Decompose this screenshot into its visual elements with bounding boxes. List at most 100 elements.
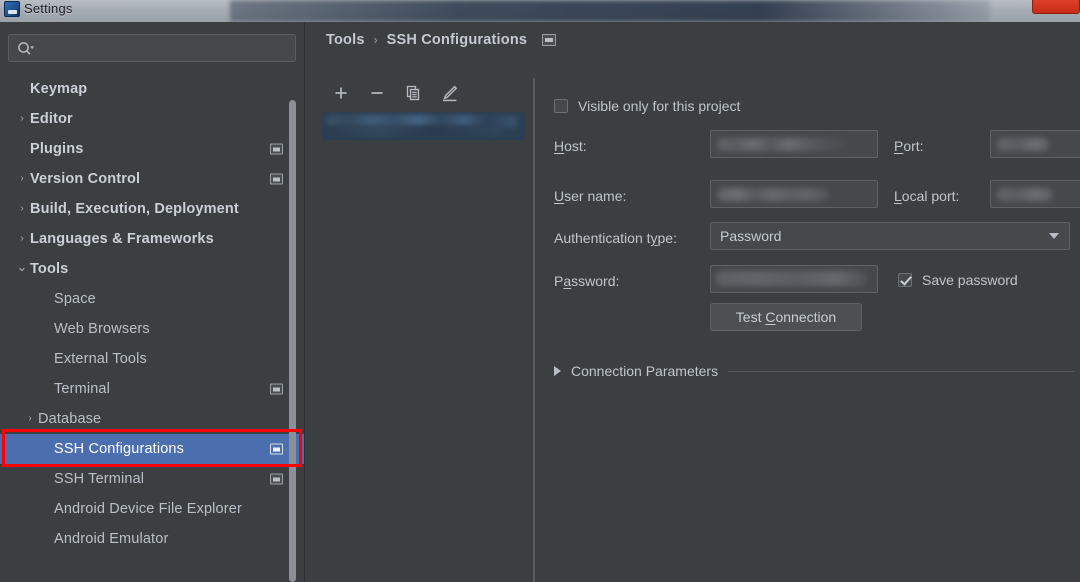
breadcrumb-parent[interactable]: Tools: [326, 32, 365, 48]
minus-icon: [371, 92, 383, 94]
auth-type-select[interactable]: Password: [710, 222, 1070, 250]
port-label: Port:: [894, 138, 924, 154]
chevron-right-icon[interactable]: ›: [14, 204, 30, 214]
local-port-label: Local port:: [894, 188, 960, 204]
sidebar-item-label: External Tools: [54, 351, 147, 367]
chevron-right-icon[interactable]: ›: [22, 414, 38, 424]
sidebar-item-label: SSH Terminal: [54, 471, 145, 487]
sidebar-item-version-control[interactable]: › Version Control: [0, 164, 304, 194]
ssh-config-toolbar: [330, 78, 460, 108]
sidebar-item-external-tools[interactable]: External Tools: [0, 344, 304, 374]
chevron-down-icon[interactable]: ⌄: [14, 260, 30, 273]
project-settings-icon: [270, 143, 283, 155]
sidebar-item-plugins[interactable]: Plugins: [0, 134, 304, 164]
local-port-value-redacted: [997, 188, 1053, 201]
breadcrumb-current: SSH Configurations: [386, 32, 528, 48]
sidebar-item-label: Web Browsers: [54, 321, 150, 337]
list-item[interactable]: [322, 112, 526, 140]
chevron-down-icon: [1049, 233, 1059, 239]
sidebar-item-database[interactable]: › Database: [0, 404, 304, 434]
project-settings-icon: [270, 473, 283, 485]
test-connection-button[interactable]: Test Connection: [710, 303, 862, 331]
sidebar-item-label: SSH Configurations: [54, 441, 185, 457]
user-name-value-redacted: [717, 188, 829, 201]
auth-type-value: Password: [720, 228, 782, 244]
ssh-config-form: Visible only for this project Host: Port…: [546, 78, 1080, 582]
sidebar-item-android-emulator[interactable]: Android Emulator: [0, 524, 304, 554]
project-settings-icon: [542, 34, 557, 46]
visible-only-row[interactable]: Visible only for this project: [554, 98, 740, 114]
search-input[interactable]: [39, 35, 293, 63]
content-divider: [534, 78, 535, 582]
sidebar-item-label: Plugins: [30, 141, 84, 157]
sidebar-item-label: Database: [38, 411, 102, 427]
test-connection-label: Test Connection: [735, 309, 837, 325]
password-value-redacted: [715, 271, 867, 286]
remove-button[interactable]: [366, 82, 388, 104]
plus-icon: [335, 87, 347, 99]
sidebar-item-label: Build, Execution, Deployment: [30, 201, 239, 217]
sidebar-item-build-execution-deployment[interactable]: › Build, Execution, Deployment: [0, 194, 304, 224]
ssh-config-list[interactable]: [322, 112, 533, 140]
sidebar-item-ssh-terminal[interactable]: SSH Terminal: [0, 464, 304, 494]
settings-window: Settings Keymap › Editor Plugins › Version Co…: [0, 0, 1080, 582]
pencil-icon: [442, 85, 457, 101]
host-input[interactable]: [710, 130, 878, 158]
settings-content: Tools › SSH Configurations Visible only …: [306, 22, 1080, 582]
user-name-input[interactable]: [710, 180, 878, 208]
sidebar-item-keymap[interactable]: Keymap: [0, 74, 304, 104]
save-password-row[interactable]: Save password: [898, 272, 1018, 288]
sidebar-item-label: Keymap: [30, 81, 88, 97]
settings-sidebar: Keymap › Editor Plugins › Version Control › Bui…: [0, 22, 305, 582]
window-title: Settings: [24, 1, 73, 16]
sidebar-scrollbar-thumb[interactable]: [289, 100, 296, 582]
password-label: Password:: [554, 273, 620, 289]
copy-icon: [406, 85, 420, 101]
port-value-redacted: [997, 138, 1049, 151]
local-port-input[interactable]: [990, 180, 1080, 208]
chevron-right-icon[interactable]: ›: [14, 114, 30, 124]
section-divider: [728, 370, 1074, 372]
password-input[interactable]: [710, 265, 878, 293]
sidebar-item-space[interactable]: Space: [0, 284, 304, 314]
user-name-label: User name:: [554, 188, 627, 204]
project-settings-icon: [270, 383, 283, 395]
close-icon[interactable]: [1032, 0, 1080, 14]
titlebar-background-blur: [230, 0, 990, 22]
add-button[interactable]: [330, 82, 352, 104]
edit-button[interactable]: [438, 82, 460, 104]
visible-only-label: Visible only for this project: [578, 98, 741, 114]
sidebar-item-label: Android Emulator: [54, 531, 169, 547]
sidebar-scrollbar[interactable]: [289, 100, 296, 582]
sidebar-item-android-device-file-explorer[interactable]: Android Device File Explorer: [0, 494, 304, 524]
project-settings-icon: [270, 173, 283, 185]
sidebar-item-web-browsers[interactable]: Web Browsers: [0, 314, 304, 344]
chevron-right-icon: [554, 366, 561, 376]
visible-only-checkbox[interactable]: [554, 99, 568, 113]
sidebar-item-label: Tools: [30, 261, 69, 277]
app-icon: [4, 1, 20, 17]
chevron-right-icon[interactable]: ›: [14, 174, 30, 184]
sidebar-item-editor[interactable]: › Editor: [0, 104, 304, 134]
settings-tree: Keymap › Editor Plugins › Version Control › Bui…: [0, 74, 304, 582]
sidebar-item-label: Space: [54, 291, 96, 307]
port-input[interactable]: [990, 130, 1080, 158]
project-settings-icon: [270, 443, 283, 455]
sidebar-item-label: Version Control: [30, 171, 141, 187]
sidebar-item-ssh-configurations[interactable]: SSH Configurations: [0, 434, 304, 464]
copy-button[interactable]: [402, 82, 424, 104]
sidebar-item-tools[interactable]: ⌄ Tools: [0, 254, 304, 284]
breadcrumb-separator: ›: [373, 33, 378, 47]
redaction-blur: [324, 125, 504, 137]
ssh-config-list-pane: [322, 78, 534, 582]
window-title-bar: Settings: [0, 0, 1080, 23]
save-password-checkbox[interactable]: [898, 273, 912, 287]
settings-dialog: Keymap › Editor Plugins › Version Control › Bui…: [0, 22, 1080, 582]
sidebar-item-terminal[interactable]: Terminal: [0, 374, 304, 404]
sidebar-item-languages-frameworks[interactable]: › Languages & Frameworks: [0, 224, 304, 254]
chevron-right-icon[interactable]: ›: [14, 234, 30, 244]
connection-parameters-label: Connection Parameters: [571, 363, 719, 379]
search-box[interactable]: [8, 34, 296, 63]
connection-parameters-section[interactable]: Connection Parameters: [554, 363, 1074, 379]
sidebar-item-label: Terminal: [54, 381, 110, 397]
